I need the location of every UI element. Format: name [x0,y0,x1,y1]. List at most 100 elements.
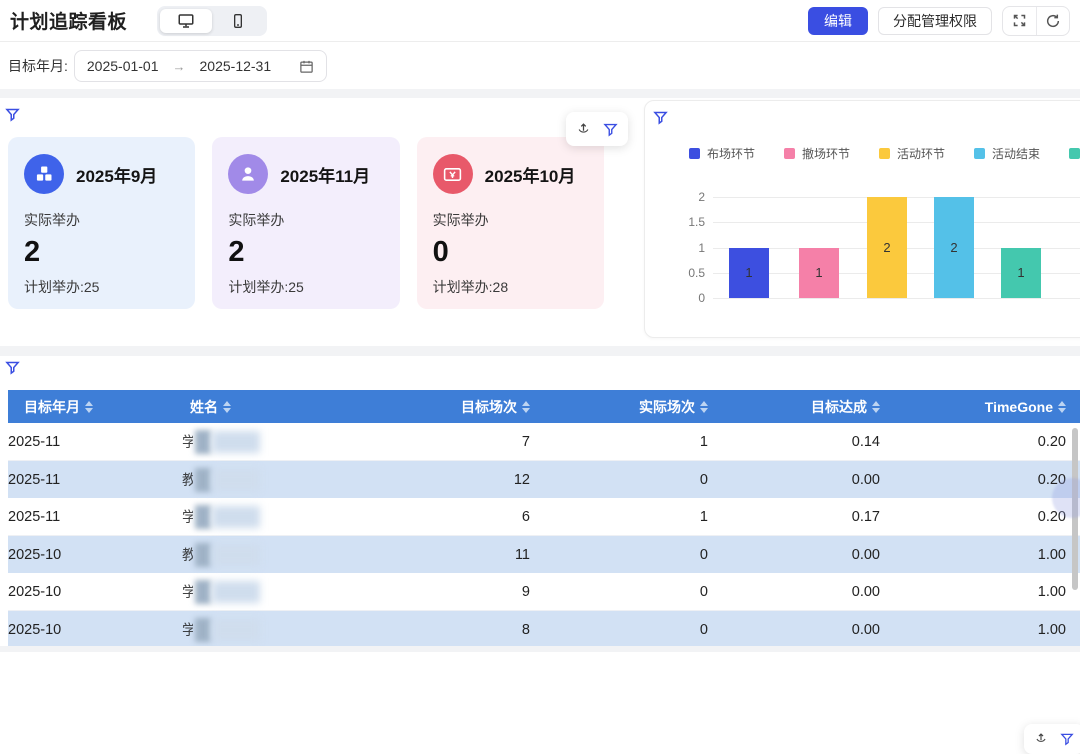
date-range-picker[interactable]: 2025-01-01 → 2025-12-31 [74,50,327,82]
card-metric-label: 实际举办 [228,210,383,230]
sort-carets-icon[interactable] [85,401,93,413]
date-arrow: → [173,59,186,74]
table-cell: 0 [530,461,708,499]
card-plan-label: 计划举办:28 [433,277,588,297]
table-cell: 1.00 [880,611,1080,649]
table-cell: 2025-11 [8,423,182,461]
bar-布场环节[interactable]: 1 [729,248,769,299]
chart-panel: 布场环节撤场环节活动环节活动结束活动终止 00.511.5211221 [644,100,1080,338]
filter-icon[interactable] [653,110,668,125]
column-header-2[interactable]: 目标场次 [358,390,530,423]
stat-card-september: 2025年9月 实际举办 2 计划举办:25 [8,137,195,309]
mobile-icon [230,13,246,29]
toggle-desktop[interactable] [160,9,212,33]
card-plan-label: 计划举办:25 [228,277,383,297]
divider-band [0,646,1080,652]
table-cell: 1 [530,498,708,536]
column-header-1[interactable]: 姓名 [182,390,358,423]
divider-band [0,89,1080,98]
legend-swatch-icon [1069,148,1080,159]
table-row: 2025-11教1200.000.20 [8,461,1080,499]
filter-icon[interactable] [5,107,20,122]
table-cell: 0.20 [880,498,1080,536]
redaction-blur [195,618,211,642]
card-title: 2025年9月 [76,162,157,187]
table-row: 2025-10教1100.001.00 [8,536,1080,574]
table-row: 2025-10学900.001.00 [8,573,1080,611]
legend-item[interactable]: 活动环节 [879,145,945,162]
assign-permission-button[interactable]: 分配管理权限 [878,7,992,35]
top-bar: 计划追踪看板 编辑 分配管理权限 [0,0,1080,42]
table-cell: 0.00 [708,611,880,649]
redaction-blur [212,506,260,528]
sort-carets-icon[interactable] [700,401,708,413]
bar-活动结束[interactable]: 2 [934,197,974,298]
filter-bar: 目标年月: 2025-01-01 → 2025-12-31 [0,43,1080,89]
name-cell-redacted: 教 [182,536,358,574]
table-cell: 0 [530,611,708,649]
column-header-timegone[interactable]: TimeGone [880,390,1080,423]
legend-item[interactable]: 撤场环节 [784,145,850,162]
legend-item[interactable]: 活动终止 [1069,145,1080,162]
legend-item[interactable]: 布场环节 [689,145,755,162]
table-cell: 11 [358,536,530,574]
bar-活动终止[interactable]: 1 [1001,248,1041,299]
stat-card-october: 2025年10月 实际举办 0 计划举办:28 [417,137,604,309]
redaction-blur [195,505,211,529]
column-header-label: 目标场次 [461,397,517,417]
end-date-value[interactable]: 2025-12-31 [200,58,272,74]
y-axis-tick: 1 [671,241,705,255]
table-cell: 2025-10 [8,611,182,649]
table-cell: 0.20 [880,423,1080,461]
table-cell: 2025-11 [8,461,182,499]
filter-icon[interactable] [1060,732,1074,746]
legend-swatch-icon [974,148,985,159]
filter-icon[interactable] [5,360,20,375]
edit-button[interactable]: 编辑 [808,7,868,35]
sort-carets-icon[interactable] [223,401,231,413]
sort-carets-icon[interactable] [872,401,880,413]
column-header-0[interactable]: 目标年月 [8,390,182,423]
sort-carets-icon[interactable] [1058,401,1066,413]
table-row: 2025-11学610.170.20 [8,498,1080,536]
export-icon[interactable] [1034,732,1048,746]
table-cell: 0.00 [708,461,880,499]
table-cell: 0.14 [708,423,880,461]
table-cell: 0.00 [708,573,880,611]
legend-swatch-icon [879,148,890,159]
redaction-blur [195,430,211,454]
column-header-label: 姓名 [190,397,218,417]
start-date-value[interactable]: 2025-01-01 [87,58,159,74]
column-header-3[interactable]: 实际场次 [530,390,708,423]
name-partial-text: 学 [182,581,193,602]
divider-band [0,346,1080,356]
card-metric-label: 实际举办 [24,210,179,230]
export-icon[interactable] [576,122,591,137]
table-cell: 0.00 [708,536,880,574]
name-partial-text: 学 [182,619,193,640]
toggle-mobile[interactable] [212,9,264,33]
card-value: 2 [24,236,179,269]
column-header-4[interactable]: 目标达成 [708,390,880,423]
table-cell: 0.17 [708,498,880,536]
sort-carets-icon[interactable] [522,401,530,413]
column-header-label: TimeGone [985,399,1053,415]
bar-value-label: 2 [950,240,957,255]
blocks-icon [24,154,64,194]
bar-活动环节[interactable]: 2 [867,197,907,298]
table-cell: 9 [358,573,530,611]
y-axis-tick: 1.5 [671,215,705,229]
table-cell: 2025-10 [8,573,182,611]
bar-撤场环节[interactable]: 1 [799,248,839,299]
bar-value-label: 1 [1017,265,1024,280]
table-cell: 8 [358,611,530,649]
calendar-icon[interactable] [299,59,314,74]
filter-icon[interactable] [603,122,618,137]
yen-ticket-icon [433,154,473,194]
legend-swatch-icon [689,148,700,159]
name-cell-redacted: 学 [182,573,358,611]
refresh-icon[interactable] [1036,6,1069,36]
card-metric-label: 实际举办 [433,210,588,230]
fullscreen-icon[interactable] [1003,6,1036,36]
legend-item[interactable]: 活动结束 [974,145,1040,162]
